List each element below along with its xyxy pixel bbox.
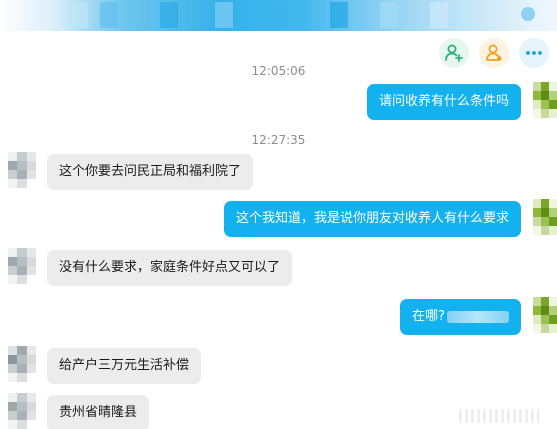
- message-bubble-received[interactable]: 给产户三万元生活补偿: [47, 348, 202, 384]
- message-timestamp: 12:05:06: [251, 64, 306, 78]
- message-row-received: 没有什么要求，家庭条件好点又可以了: [0, 248, 557, 288]
- message-text: 在哪?: [412, 309, 445, 324]
- redaction-pixel: [380, 2, 398, 28]
- redaction-pixel: [330, 2, 348, 28]
- avatar-contact-redacted: [8, 248, 36, 284]
- redaction-pixel: [215, 2, 233, 28]
- add-friend-icon: [445, 44, 463, 62]
- message-timestamp: 12:27:35: [251, 133, 306, 147]
- watermark-noise: [459, 409, 539, 423]
- chat-header-redacted: [0, 0, 557, 31]
- contact-card-icon: [486, 44, 502, 61]
- avatar-contact-redacted: [8, 152, 36, 188]
- message-bubble-received[interactable]: 这个你要去问民正局和福利院了: [47, 154, 254, 190]
- message-bubble-sent[interactable]: 请问收养有什么条件吗: [366, 84, 521, 120]
- message-bubble-sent[interactable]: 这个我知道，我是说你朋友对收养人有什么要求: [223, 201, 521, 237]
- message-row-sent: 在哪?: [0, 297, 557, 337]
- redaction-pixel: [70, 2, 88, 28]
- redaction-pixel: [100, 2, 118, 28]
- message-bubble-received[interactable]: 没有什么要求，家庭条件好点又可以了: [47, 250, 293, 286]
- message-row-sent: 请问收养有什么条件吗: [0, 82, 557, 122]
- redaction-pixel: [430, 2, 448, 28]
- redacted-text: [447, 310, 509, 323]
- more-icon: [526, 51, 542, 55]
- avatar-self-redacted: [533, 199, 557, 235]
- avatar-self-redacted: [533, 297, 557, 333]
- avatar-contact-redacted: [8, 346, 36, 382]
- message-bubble-sent[interactable]: 在哪?: [400, 299, 521, 335]
- message-row-sent: 这个我知道，我是说你朋友对收养人有什么要求: [0, 199, 557, 239]
- avatar-contact-redacted: [8, 393, 36, 429]
- chat-window: 12:05:06 请问收养有什么条件吗 12:27:35 这个你要去问民正局和福…: [0, 0, 557, 429]
- header-status-dot: [521, 7, 535, 21]
- message-bubble-received[interactable]: 贵州省晴隆县: [47, 395, 150, 429]
- message-row-received: 给产户三万元生活补偿: [0, 346, 557, 386]
- redaction-pixel: [270, 2, 288, 28]
- redaction-pixel: [160, 2, 178, 28]
- message-row-received: 这个你要去问民正局和福利院了: [0, 152, 557, 192]
- avatar-self-redacted: [533, 82, 557, 118]
